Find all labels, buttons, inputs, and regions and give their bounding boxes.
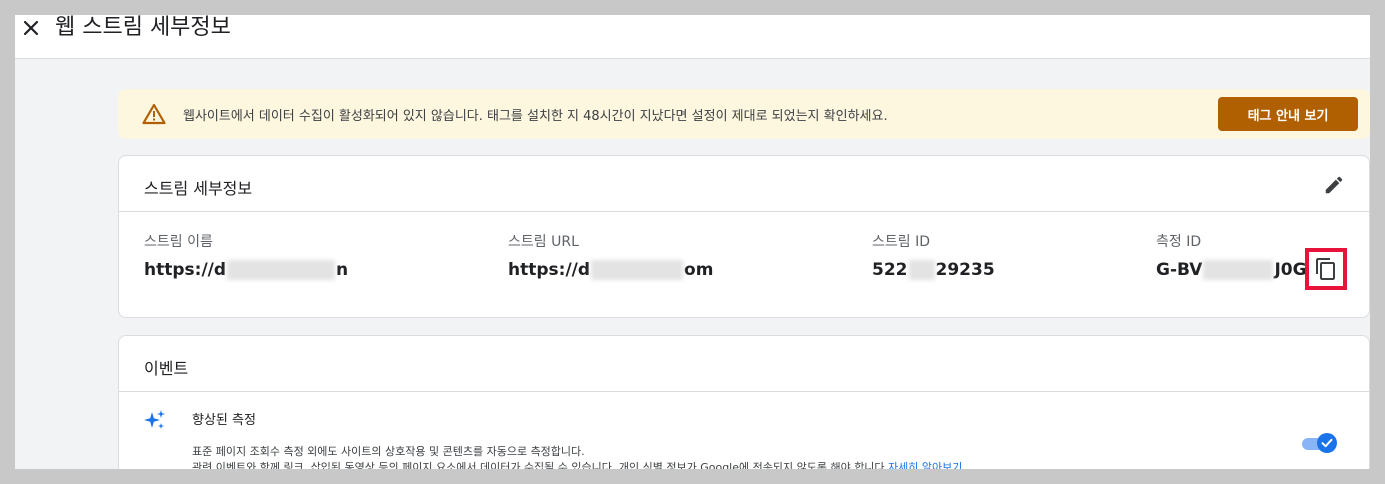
stream-name-value-end: n (336, 260, 349, 280)
events-card: 이벤트 향상된 측정 표준 페이지 조회수 측정 외에도 사이트의 상호작용 및… (118, 335, 1370, 469)
redacted-block (227, 260, 336, 280)
stream-details-panel: 웹 스트림 세부정보 웹사이트에서 데이터 수집이 활성화되어 있지 않습니다.… (15, 15, 1370, 469)
warning-text: 웹사이트에서 데이터 수집이 활성화되어 있지 않습니다. 태그를 설치한 지 … (183, 109, 888, 124)
toggle-knob (1317, 433, 1337, 453)
learn-more-link[interactable]: 자세히 알아보기 (888, 461, 962, 469)
close-button[interactable] (21, 15, 41, 39)
stream-details-title: 스트림 세부정보 (144, 179, 253, 198)
stream-name-label: 스트림 이름 (144, 234, 213, 250)
measurement-id-value: G-BV J0G (1156, 260, 1307, 280)
warning-banner: 웹사이트에서 데이터 수집이 활성화되어 있지 않습니다. 태그를 설치한 지 … (118, 89, 1370, 139)
stream-url-field: 스트림 URL https://d om (508, 231, 713, 280)
stream-name-value-start: https://d (144, 260, 227, 280)
enhanced-measurement-description: 표준 페이지 조회수 측정 외에도 사이트의 상호작용 및 콘텐츠를 자동으로 … (192, 444, 962, 469)
redacted-block (908, 260, 935, 280)
stream-id-field: 스트림 ID 522 29235 (872, 231, 995, 280)
redacted-block (591, 260, 684, 280)
description-line-2: 관련 이벤트와 함께 링크, 삽입된 동영상 등의 페이지 요소에서 데이터가 … (192, 460, 962, 469)
measurement-id-value-end: J0G (1274, 260, 1307, 280)
stream-url-label: 스트림 URL (508, 234, 579, 250)
measurement-id-value-start: G-BV (1156, 260, 1203, 280)
events-header: 이벤트 (119, 336, 1369, 392)
stream-details-header: 스트림 세부정보 (119, 156, 1369, 212)
stream-name-value: https://d n (144, 260, 348, 280)
top-bar: 웹 스트림 세부정보 (15, 15, 1370, 59)
measurement-id-field: 측정 ID G-BV J0G (1156, 231, 1307, 280)
copy-icon[interactable] (1314, 257, 1338, 281)
stream-id-value-end: 29235 (935, 260, 995, 280)
check-icon (1321, 438, 1333, 448)
stream-name-field: 스트림 이름 https://d n (144, 231, 348, 280)
warning-icon (142, 103, 166, 125)
enhanced-measurement-title: 향상된 측정 (192, 413, 256, 428)
events-title: 이벤트 (144, 359, 189, 378)
stream-url-value-start: https://d (508, 260, 591, 280)
description-line-1: 표준 페이지 조회수 측정 외에도 사이트의 상호작용 및 콘텐츠를 자동으로 … (192, 445, 585, 458)
description-line-2-text: 관련 이벤트와 함께 링크, 삽입된 동영상 등의 페이지 요소에서 데이터가 … (192, 461, 889, 469)
sparkle-icon (144, 410, 165, 429)
stream-url-value: https://d om (508, 260, 713, 280)
measurement-id-label: 측정 ID (1156, 234, 1202, 250)
pencil-icon[interactable] (1323, 174, 1345, 196)
stream-url-value-end: om (684, 260, 714, 280)
enhanced-measurement-toggle[interactable] (1299, 432, 1339, 454)
tag-guide-button[interactable]: 태그 안내 보기 (1218, 97, 1358, 131)
stream-id-value: 522 29235 (872, 260, 995, 280)
stream-id-label: 스트림 ID (872, 234, 930, 250)
redacted-block (1203, 260, 1274, 280)
close-icon (23, 20, 39, 36)
stream-id-value-start: 522 (872, 260, 908, 280)
stream-details-card: 스트림 세부정보 스트림 이름 https://d n 스트림 URL https… (118, 155, 1370, 318)
page-title: 웹 스트림 세부정보 (55, 15, 231, 40)
